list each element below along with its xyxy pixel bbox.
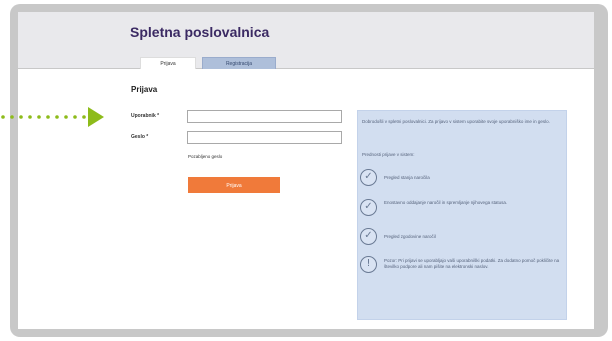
check-icon: ✓ bbox=[360, 169, 377, 186]
login-heading: Prijava bbox=[131, 85, 158, 94]
info-subtitle: Prednosti prijave v sistem: bbox=[362, 152, 415, 157]
forgot-password-link[interactable]: Pozabljeno geslo bbox=[188, 154, 222, 159]
check-icon: ✓ bbox=[360, 199, 377, 216]
benefit-item: Pregled zgodovine naročil bbox=[384, 234, 436, 239]
username-input[interactable] bbox=[187, 110, 342, 123]
info-panel bbox=[357, 110, 567, 320]
pointer-arrow bbox=[1, 115, 86, 119]
username-label: Uporabnik * bbox=[131, 113, 160, 119]
benefit-item: Enostavno oddajanje naročil in spremljan… bbox=[384, 200, 508, 205]
arrow-head-icon bbox=[88, 107, 104, 127]
info-icon: ! bbox=[360, 256, 377, 273]
benefit-item: Pregled stanja naročila bbox=[384, 175, 430, 180]
page-title: Spletna poslovalnica bbox=[130, 24, 270, 40]
password-label: Geslo * bbox=[131, 134, 149, 140]
page-header bbox=[18, 12, 594, 68]
check-icon: ✓ bbox=[360, 228, 377, 245]
login-button[interactable]: Prijava bbox=[188, 177, 280, 193]
password-input[interactable] bbox=[187, 131, 342, 144]
info-intro: Dobrodošli v spletni poslovalnici. Za pr… bbox=[362, 119, 550, 124]
notice-item: Pozor: Pri prijavi se uporabljajo vaši u… bbox=[384, 258, 560, 269]
